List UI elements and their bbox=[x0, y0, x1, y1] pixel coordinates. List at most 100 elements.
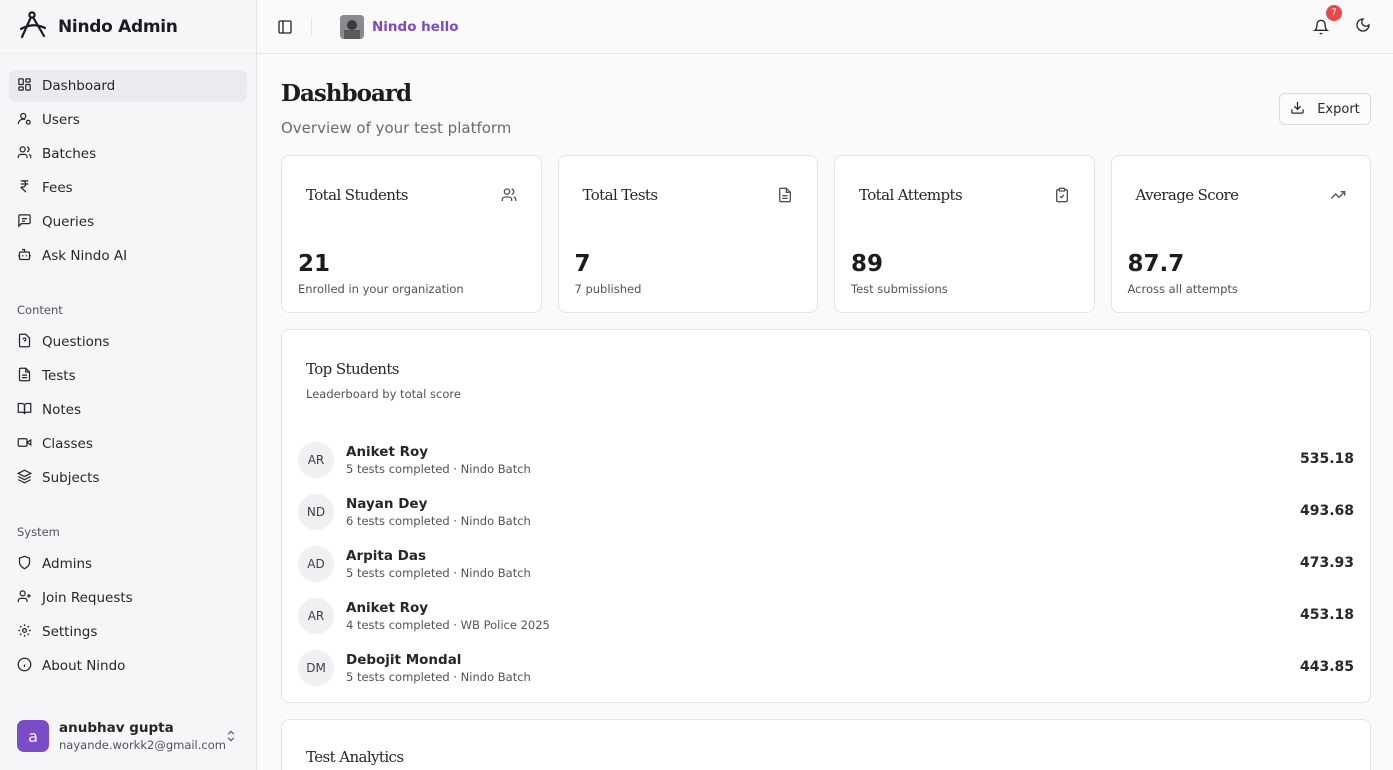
brand[interactable]: Nindo Admin bbox=[0, 0, 256, 54]
test-analytics-panel: Test Analytics bbox=[281, 719, 1371, 770]
sidebar-item-label: Settings bbox=[42, 624, 98, 640]
export-button[interactable]: Export bbox=[1279, 93, 1371, 125]
student-score: 473.93 bbox=[1299, 555, 1354, 571]
sidebar-item-label: Fees bbox=[42, 180, 73, 196]
sidebar-item-batches[interactable]: Batches bbox=[9, 138, 247, 170]
sidebar-item-label: Tests bbox=[42, 368, 76, 384]
stat-card-total-attempts: Total Attempts 89 Test submissions bbox=[834, 155, 1095, 313]
sidebar-item-users[interactable]: Users bbox=[9, 104, 247, 136]
student-score: 443.85 bbox=[1299, 659, 1354, 675]
student-meta: 5 tests completed · Nindo Batch bbox=[346, 566, 531, 580]
leaderboard-list: AR Aniket Roy 5 tests completed · Nindo … bbox=[298, 434, 1354, 694]
avatar: AR bbox=[298, 442, 334, 478]
stat-label: Total Tests bbox=[582, 186, 659, 204]
book-open-icon bbox=[17, 401, 32, 420]
student-meta: 5 tests completed · Nindo Batch bbox=[346, 462, 531, 476]
layers-icon bbox=[16, 469, 33, 488]
sidebar-item-queries[interactable]: Queries bbox=[9, 206, 247, 238]
sidebar-item-label: Queries bbox=[42, 214, 95, 230]
sidebar-item-questions[interactable]: Questions bbox=[9, 326, 247, 358]
shield-icon bbox=[17, 555, 32, 574]
sidebar-item-label: Ask Nindo AI bbox=[42, 248, 128, 264]
sidebar-item-label: Subjects bbox=[42, 470, 100, 486]
student-name: Debojit Mondal bbox=[346, 652, 462, 668]
panel-title: Top Students bbox=[306, 360, 399, 378]
sidebar-item-label: Users bbox=[42, 112, 80, 128]
sidebar-item-about-nindo[interactable]: About Nindo bbox=[9, 650, 247, 682]
student-name: Nayan Dey bbox=[346, 496, 428, 512]
user-plus-icon bbox=[17, 589, 32, 608]
video-icon bbox=[17, 435, 32, 454]
list-item[interactable]: ND Nayan Dey 6 tests completed · Nindo B… bbox=[298, 486, 1354, 538]
list-item[interactable]: AR Aniket Roy 4 tests completed · WB Pol… bbox=[298, 590, 1354, 642]
chevrons-up-down-icon bbox=[224, 728, 238, 747]
avatar: a bbox=[17, 720, 49, 752]
file-text-icon bbox=[777, 187, 793, 207]
stat-description: Test submissions bbox=[851, 282, 948, 296]
stat-value: 89 bbox=[851, 251, 884, 277]
question-file-icon bbox=[17, 333, 32, 352]
page-subtitle: Overview of your test platform bbox=[281, 119, 512, 137]
sidebar-item-notes[interactable]: Notes bbox=[9, 394, 247, 426]
rupee-icon bbox=[17, 179, 32, 198]
panel-title: Test Analytics bbox=[306, 748, 404, 766]
student-score: 493.68 bbox=[1299, 503, 1354, 519]
sidebar-item-fees[interactable]: Fees bbox=[9, 172, 247, 204]
avatar: AD bbox=[298, 546, 334, 582]
export-label: Export bbox=[1317, 101, 1360, 117]
sidebar-item-subjects[interactable]: Subjects bbox=[9, 462, 247, 494]
batches-icon bbox=[17, 145, 32, 164]
user-email: nayande.workk2@gmail.com bbox=[59, 738, 226, 752]
sidebar-item-label: Notes bbox=[42, 402, 81, 418]
notifications-button[interactable]: 7 bbox=[1311, 5, 1342, 37]
bell-icon bbox=[1311, 19, 1331, 41]
sidebar-item-label: About Nindo bbox=[42, 658, 126, 674]
users-icon bbox=[501, 187, 517, 207]
org-logo-image bbox=[340, 14, 364, 39]
sidebar-item-dashboard[interactable]: Dashboard bbox=[9, 70, 247, 102]
sidebar-item-label: Classes bbox=[42, 436, 93, 452]
divider bbox=[311, 17, 312, 36]
student-meta: 5 tests completed · Nindo Batch bbox=[346, 670, 531, 684]
section-label-system: System bbox=[17, 525, 60, 539]
bot-icon bbox=[17, 247, 32, 266]
sidebar-item-label: Questions bbox=[42, 334, 110, 350]
stat-card-total-tests: Total Tests 7 7 published bbox=[557, 155, 818, 313]
student-name: Arpita Das bbox=[346, 548, 427, 564]
message-icon bbox=[17, 213, 32, 232]
avatar: AR bbox=[298, 598, 334, 634]
student-meta: 6 tests completed · Nindo Batch bbox=[346, 514, 531, 528]
stat-value: 7 bbox=[574, 251, 591, 277]
sidebar-item-classes[interactable]: Classes bbox=[9, 428, 247, 460]
sidebar-item-join-requests[interactable]: Join Requests bbox=[9, 582, 247, 614]
list-item[interactable]: AD Arpita Das 5 tests completed · Nindo … bbox=[298, 538, 1354, 590]
brand-name: Nindo Admin bbox=[58, 16, 178, 37]
stat-description: Enrolled in your organization bbox=[298, 282, 464, 296]
org-name[interactable]: Nindo hello bbox=[372, 19, 458, 35]
list-item[interactable]: DM Debojit Mondal 5 tests completed · Ni… bbox=[298, 642, 1354, 694]
topbar: Nindo hello 7 bbox=[257, 0, 1393, 54]
stat-label: Total Students bbox=[306, 186, 408, 204]
student-name: Aniket Roy bbox=[346, 444, 429, 460]
user-name: anubhav gupta bbox=[59, 720, 174, 736]
stat-label: Average Score bbox=[1135, 186, 1240, 204]
notification-badge: 7 bbox=[1326, 5, 1342, 21]
page-title: Dashboard bbox=[281, 80, 412, 107]
trending-up-icon bbox=[1330, 187, 1346, 207]
moon-icon[interactable] bbox=[1355, 17, 1371, 37]
avatar: DM bbox=[298, 650, 334, 686]
sidebar-item-settings[interactable]: Settings bbox=[9, 616, 247, 648]
sidebar-item-admins[interactable]: Admins bbox=[9, 548, 247, 580]
sidebar-toggle-icon[interactable] bbox=[275, 17, 295, 37]
sidebar-item-tests[interactable]: Tests bbox=[9, 360, 247, 392]
student-score: 535.18 bbox=[1299, 451, 1354, 467]
student-meta: 4 tests completed · WB Police 2025 bbox=[346, 618, 550, 632]
download-icon bbox=[1290, 100, 1305, 119]
sidebar-nav: Dashboard Users Batches Fees Queries Ask… bbox=[0, 54, 256, 682]
info-icon bbox=[17, 657, 32, 676]
user-menu[interactable]: a anubhav gupta nayande.workk2@gmail.com bbox=[9, 712, 248, 760]
avatar: ND bbox=[298, 494, 334, 530]
section-label-content: Content bbox=[17, 303, 63, 317]
list-item[interactable]: AR Aniket Roy 5 tests completed · Nindo … bbox=[298, 434, 1354, 486]
sidebar-item-ask-nindo-ai[interactable]: Ask Nindo AI bbox=[9, 240, 247, 272]
